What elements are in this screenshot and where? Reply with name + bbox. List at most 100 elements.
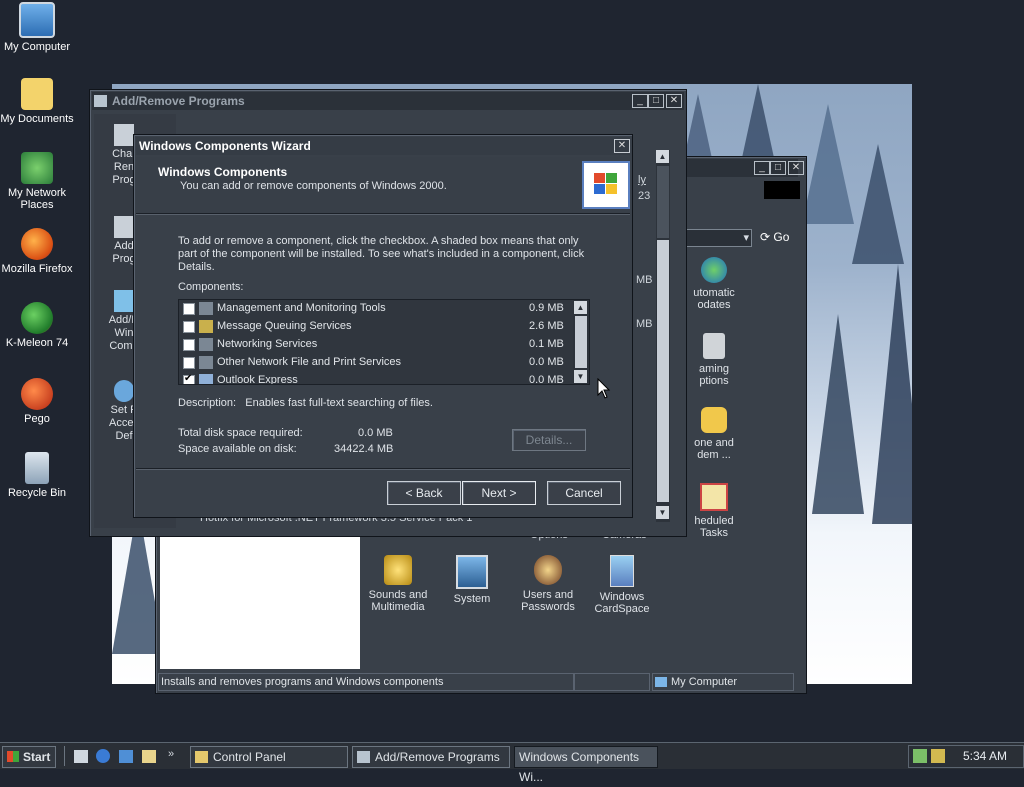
next-button[interactable]: Next > [462, 481, 536, 505]
scroll-up-icon[interactable]: ▲ [574, 301, 587, 314]
list-item[interactable]: Other Network File and Print Services 0.… [179, 354, 573, 372]
components-scrollbar[interactable]: ▲ ▼ [573, 300, 589, 384]
taskbar-button-add-remove[interactable]: Add/Remove Programs [352, 746, 510, 768]
component-checkbox[interactable] [183, 373, 195, 384]
address-dropdown[interactable]: ▾ [686, 229, 752, 247]
outlook-express-icon[interactable] [119, 750, 133, 763]
desktop-icon-pego[interactable]: Pego [0, 378, 74, 425]
components-label: Components: [178, 281, 244, 293]
component-checkbox[interactable] [183, 339, 195, 351]
taskbar: Start » Control Panel Add/Remove Program… [0, 742, 1024, 784]
computer-icon [19, 2, 55, 38]
taskbar-divider [64, 746, 65, 766]
list-item[interactable]: Outlook Express 0.0 MB [179, 372, 573, 384]
add-remove-programs-icon [94, 95, 107, 107]
cardspace-icon [610, 555, 634, 587]
maximize-button[interactable]: □ [770, 161, 786, 175]
footer-separator [136, 468, 630, 470]
desktop-icon-recycle-bin[interactable]: Recycle Bin [0, 452, 74, 499]
close-button[interactable]: ✕ [788, 161, 804, 175]
pego-icon [21, 378, 53, 410]
joystick-icon [703, 333, 725, 359]
windows-components-wizard[interactable]: Windows Components Wizard ✕ Windows Comp… [133, 134, 633, 518]
maximize-button[interactable]: □ [648, 94, 664, 108]
list-item[interactable]: Networking Services 0.1 MB [179, 336, 573, 354]
program-access-icon [114, 380, 134, 402]
phone-icon [701, 407, 727, 433]
volume-tray-icon[interactable] [931, 749, 945, 763]
disk-required-label: Total disk space required: [178, 427, 303, 439]
scroll-thumb[interactable] [657, 166, 669, 238]
automatic-updates-icon [701, 257, 727, 283]
minimize-button[interactable]: _ [632, 94, 648, 108]
add-remove-programs-icon [357, 751, 370, 763]
desktop-icon-my-computer[interactable]: My Computer [0, 2, 74, 53]
programs-scrollbar[interactable]: ▲ ▼ [656, 150, 670, 522]
windows-components-icon [114, 290, 134, 312]
chevron-down-icon: ▾ [743, 232, 749, 244]
users-icon [534, 555, 562, 585]
components-list[interactable]: Management and Monitoring Tools 0.9 MB M… [178, 299, 590, 385]
desktop-icon-mozilla-firefox[interactable]: Mozilla Firefox [0, 228, 74, 275]
scroll-up-icon[interactable]: ▲ [656, 150, 669, 163]
start-button[interactable]: Start [2, 746, 56, 768]
desktop-icon-k-meleon[interactable]: K-Meleon 74 [0, 302, 74, 349]
network-file-print-icon [199, 356, 213, 369]
component-checkbox[interactable] [183, 321, 195, 333]
scheduled-tasks-item[interactable]: heduled Tasks [684, 483, 744, 539]
back-button[interactable]: < Back [387, 481, 461, 505]
close-button[interactable]: ✕ [666, 94, 682, 108]
desktop-icon-my-network-places[interactable]: My Network Places [0, 152, 74, 211]
gaming-options-item[interactable]: aming ptions [684, 333, 744, 387]
network-tray-icon[interactable] [913, 749, 927, 763]
explorer-icon[interactable] [142, 750, 156, 763]
list-item[interactable]: Management and Monitoring Tools 0.9 MB [179, 300, 573, 318]
wizard-header: Windows Components You can add or remove… [136, 157, 630, 213]
close-button[interactable]: ✕ [614, 139, 630, 153]
taskbar-button-wizard[interactable]: Windows Components Wi... [514, 746, 658, 784]
k-meleon-icon [21, 302, 53, 334]
component-checkbox[interactable] [183, 303, 195, 315]
sounds-and-multimedia-item[interactable]: Sounds and Multimedia [364, 555, 432, 613]
firefox-icon [21, 228, 53, 260]
support-link-partial[interactable]: ly [638, 174, 646, 186]
outlook-express-icon [199, 374, 213, 384]
desktop-icon-my-documents[interactable]: My Documents [0, 78, 74, 125]
scroll-down-icon[interactable]: ▼ [574, 370, 587, 383]
chevron-right-icon[interactable]: » [168, 748, 174, 760]
component-description: Enables fast full-text searching of file… [245, 397, 433, 409]
windows-logo-icon [764, 181, 800, 199]
minimize-button[interactable]: _ [754, 161, 770, 175]
computer-icon [655, 677, 667, 688]
size-partial-1: MB [636, 274, 653, 286]
taskbar-button-control-panel[interactable]: Control Panel [190, 746, 348, 768]
system-item[interactable]: System [438, 555, 506, 605]
windows-cardspace-item[interactable]: Windows CardSpace [588, 555, 656, 615]
clock[interactable]: 5:34 AM [963, 749, 1007, 763]
scroll-thumb[interactable] [575, 316, 587, 368]
control-panel-side-pane [160, 537, 360, 669]
wizard-instructions: To add or remove a component, click the … [178, 235, 585, 273]
status-bar-zone: My Computer [652, 673, 794, 691]
scroll-down-icon[interactable]: ▼ [656, 506, 669, 519]
show-desktop-icon[interactable] [74, 750, 88, 763]
go-button[interactable]: ⟳ Go [760, 230, 789, 244]
network-icon [21, 152, 53, 184]
networking-services-icon [199, 338, 213, 351]
automatic-updates-item[interactable]: utomatic odates [684, 257, 744, 311]
change-remove-icon [114, 124, 134, 146]
internet-explorer-icon[interactable] [96, 749, 110, 763]
scroll-track [657, 240, 669, 502]
space-available-label: Space available on disk: [178, 443, 297, 455]
wizard-titlebar[interactable]: Windows Components Wizard [136, 137, 630, 155]
component-checkbox[interactable] [183, 357, 195, 369]
phone-and-modem-item[interactable]: one and dem ... [684, 407, 744, 461]
add-remove-titlebar[interactable]: Add/Remove Programs [92, 92, 684, 110]
details-button[interactable]: Details... [512, 429, 586, 451]
users-and-passwords-item[interactable]: Users and Passwords [512, 555, 584, 613]
cancel-button[interactable]: Cancel [547, 481, 621, 505]
recycle-bin-icon [25, 452, 49, 484]
list-item[interactable]: Message Queuing Services 2.6 MB [179, 318, 573, 336]
windows-logo-icon [582, 161, 630, 209]
message-queuing-icon [199, 320, 213, 333]
